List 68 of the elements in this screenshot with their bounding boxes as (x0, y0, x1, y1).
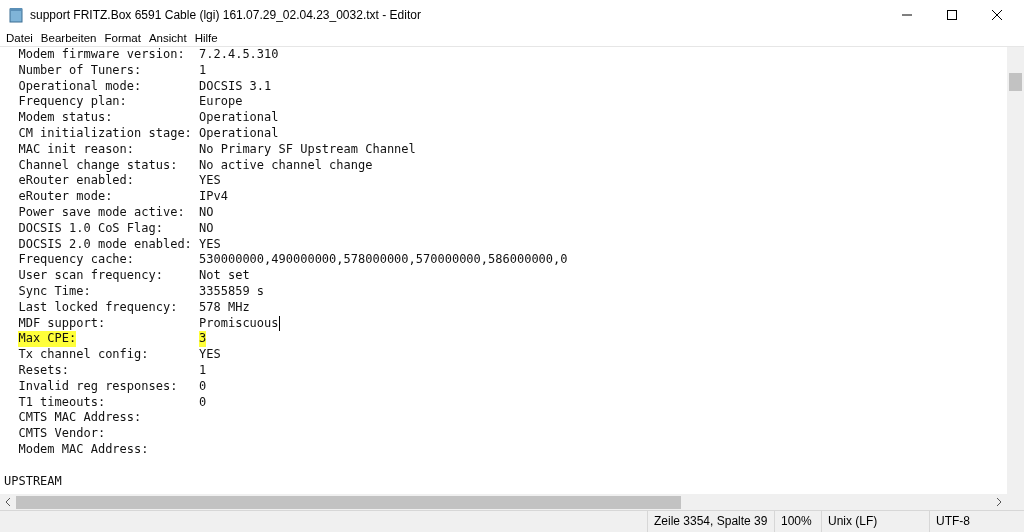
scroll-thumb[interactable] (1009, 73, 1022, 91)
field-value: 1 (199, 362, 207, 379)
field-value: 3 (199, 331, 207, 348)
field-label: Operational mode: (18, 78, 143, 95)
scroll-left-icon[interactable] (5, 498, 11, 506)
field-value: Promiscuous (199, 315, 279, 332)
field-value: 7.2.4.5.310 (199, 47, 279, 63)
menu-item[interactable]: Format (104, 32, 141, 44)
menu-item[interactable]: Ansicht (148, 32, 187, 44)
status-text: Zeile 3354, Spalte 39 (647, 511, 774, 532)
maximize-icon[interactable] (947, 10, 957, 20)
field-value: No Primary SF Upstream Channel (199, 141, 416, 158)
field-label: DOCSIS 1.0 CoS Flag: (18, 220, 164, 237)
field-label: T1 timeouts: (18, 394, 107, 411)
field-value: 0 (199, 378, 207, 395)
field-label: Modem MAC Address: (18, 441, 150, 458)
field-label: Frequency plan: (18, 94, 128, 111)
field-label: MAC init reason: (18, 141, 136, 158)
field-label: CM initialization stage: (18, 126, 193, 142)
scroll-thumb[interactable] (16, 495, 681, 509)
menu-item[interactable]: Hilfe (194, 32, 218, 44)
field-label: User scan frequency: (18, 268, 164, 284)
field-value: Europe (199, 94, 243, 111)
window-title: support FRITZ.Box 6591 Cable (lgi) 161.07.29_02.04.23_0032.txt - Editor (30, 8, 422, 22)
field-value: 1 (199, 62, 207, 79)
status-text: UTF-8 (929, 511, 1024, 532)
field-label: eRouter enabled: (18, 173, 136, 190)
field-label: Channel change status: (18, 157, 179, 174)
field-label: Resets: (18, 362, 70, 379)
field-label: eRouter mode: (18, 189, 114, 205)
field-value: Operational (199, 110, 279, 126)
menu-item[interactable]: Datei (6, 32, 33, 44)
field-value: IPv4 (199, 189, 228, 205)
close-icon[interactable] (992, 10, 1002, 20)
field-value: No active channel change (199, 157, 373, 174)
field-value: DOCSIS 3.1 (199, 78, 272, 95)
field-value: 0 (199, 394, 207, 411)
field-label: Modem status: (18, 110, 114, 126)
field-label: Tx channel config: (18, 347, 150, 363)
status-text: Unix (LF) (821, 511, 929, 532)
field-label: Last locked frequency: (18, 299, 179, 316)
field-label: Sync Time: (18, 283, 92, 300)
field-label: MDF support: (18, 315, 107, 332)
field-label: CMTS Vendor: (18, 426, 107, 442)
field-label: Modem firmware version: (18, 47, 186, 63)
field-value: 578 MHz (199, 299, 250, 316)
field-value: 3355859 s (199, 283, 265, 300)
field-value: YES (199, 236, 221, 253)
field-label: Max CPE: (18, 331, 77, 348)
field-label: Power save mode active: (18, 204, 186, 221)
field-value: Not set (199, 268, 250, 284)
field-label: DOCSIS 2.0 mode enabled: (18, 236, 193, 253)
field-label: CMTS MAC Address: (18, 410, 143, 427)
scroll-right-icon[interactable] (996, 498, 1002, 506)
field-value: 530000000,490000000,578000000,570000000,586000000,0 (199, 252, 568, 269)
vertical-scrollbar[interactable] (1007, 47, 1024, 494)
section-heading: UPSTREAM (4, 473, 62, 490)
status-text: 100% (774, 511, 821, 532)
field-label: Invalid reg responses: (18, 378, 179, 395)
field-value: NO (199, 220, 214, 237)
notepad-icon (8, 7, 24, 23)
menu-item[interactable]: Bearbeiten (40, 32, 97, 44)
field-value: YES (199, 173, 221, 190)
field-value: YES (199, 347, 221, 363)
field-label: Frequency cache: (18, 252, 136, 269)
field-value: Operational (199, 126, 279, 142)
field-label: Number of Tuners: (18, 62, 143, 79)
field-value: NO (199, 204, 214, 221)
